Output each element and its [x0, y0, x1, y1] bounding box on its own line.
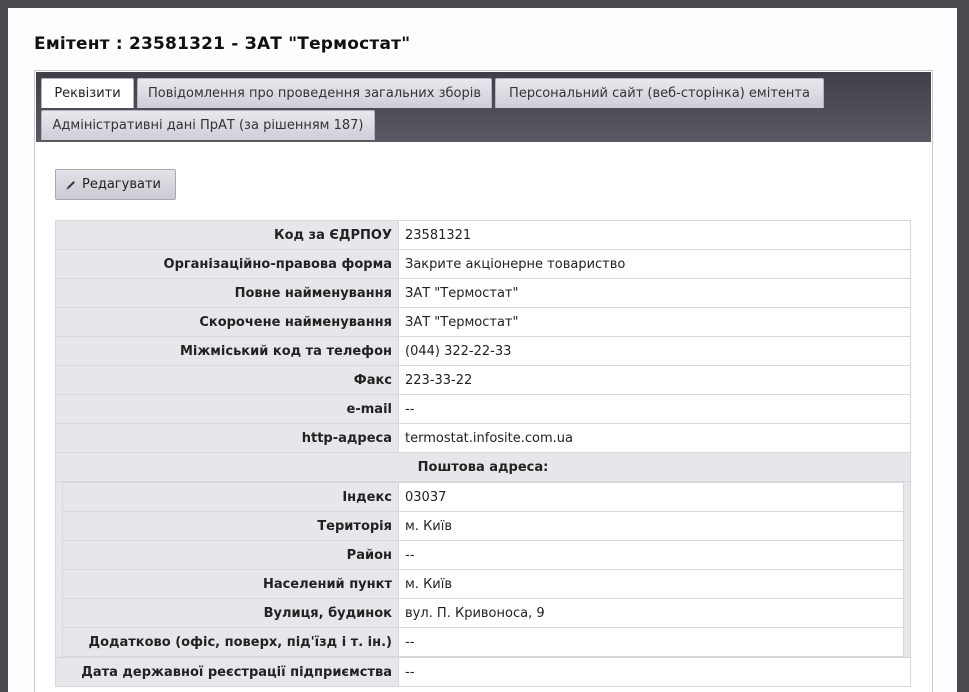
requisites-table: Код за ЄДРПОУ 23581321 Організаційно-пра…	[55, 220, 911, 687]
page-title: Емітент : 23581321 - ЗАТ "Термостат"	[34, 34, 411, 54]
table-row: e-mail --	[55, 394, 911, 424]
field-label: Скорочене найменування	[55, 307, 399, 337]
table-row: Вулиця, будинок вул. П. Кривоноса, 9	[62, 598, 904, 628]
field-label: Факс	[55, 365, 399, 395]
table-row: http-адреса termostat.infosite.com.ua	[55, 423, 911, 453]
edit-button-label: Редагувати	[82, 177, 161, 192]
table-row: Район --	[62, 540, 904, 570]
postal-address-block: Індекс 03037 Територія м. Київ Район --	[55, 481, 911, 658]
table-row: Скорочене найменування ЗАТ "Термостат"	[55, 307, 911, 337]
field-value: termostat.infosite.com.ua	[398, 423, 911, 453]
postal-heading-row: Поштова адреса:	[55, 452, 911, 482]
table-row: Міжміський код та телефон (044) 322-22-3…	[55, 336, 911, 366]
table-row: Повне найменування ЗАТ "Термостат"	[55, 278, 911, 308]
field-label: Населений пункт	[62, 569, 399, 599]
field-label: Організаційно-правова форма	[55, 249, 399, 279]
field-label: e-mail	[55, 394, 399, 424]
table-row: Територія м. Київ	[62, 511, 904, 541]
postal-address-table: Індекс 03037 Територія м. Київ Район --	[62, 482, 904, 657]
table-row: Населений пункт м. Київ	[62, 569, 904, 599]
field-label: Індекс	[62, 482, 399, 512]
field-value: 23581321	[398, 220, 911, 250]
field-value: (044) 322-22-33	[398, 336, 911, 366]
field-value: м. Київ	[398, 569, 904, 599]
field-label: Код за ЄДРПОУ	[55, 220, 399, 250]
field-value: --	[398, 394, 911, 424]
field-label: Вулиця, будинок	[62, 598, 399, 628]
table-row: Код за ЄДРПОУ 23581321	[55, 220, 911, 250]
pencil-icon	[66, 181, 75, 190]
field-value: 03037	[398, 482, 904, 512]
tab-panel: Реквізити Повідомлення про проведення за…	[34, 70, 933, 692]
field-label: Район	[62, 540, 399, 570]
field-value: --	[398, 540, 904, 570]
field-value: --	[398, 657, 911, 687]
field-value: вул. П. Кривоноса, 9	[398, 598, 904, 628]
field-label: Додатково (офіс, поверх, під'їзд і т. ін…	[62, 627, 399, 657]
field-value: 223-33-22	[398, 365, 911, 395]
field-label: Дата державної реєстрації підприємства	[55, 657, 399, 687]
field-value: Закрите акціонерне товариство	[398, 249, 911, 279]
tab-requisites[interactable]: Реквізити	[41, 78, 134, 108]
table-row: Додатково (офіс, поверх, під'їзд і т. ін…	[62, 627, 904, 657]
edit-button[interactable]: Редагувати	[55, 169, 176, 200]
field-label: Міжміський код та телефон	[55, 336, 399, 366]
postal-heading: Поштова адреса:	[55, 452, 911, 482]
tab-admin-data[interactable]: Адміністративні дані ПрАТ (за рішенням 1…	[41, 110, 375, 140]
table-row: Організаційно-правова форма Закрите акці…	[55, 249, 911, 279]
tab-bar: Реквізити Повідомлення про проведення за…	[36, 72, 931, 142]
field-label: Територія	[62, 511, 399, 541]
field-value: ЗАТ "Термостат"	[398, 307, 911, 337]
field-label: http-адреса	[55, 423, 399, 453]
field-label: Повне найменування	[55, 278, 399, 308]
field-value: м. Київ	[398, 511, 904, 541]
tab-meeting-notices[interactable]: Повідомлення про проведення загальних зб…	[137, 78, 492, 108]
postal-address-row: Індекс 03037 Територія м. Київ Район --	[55, 481, 911, 658]
table-row: Факс 223-33-22	[55, 365, 911, 395]
field-value: ЗАТ "Термостат"	[398, 278, 911, 308]
table-row: Дата державної реєстрації підприємства -…	[55, 657, 911, 687]
table-row: Індекс 03037	[62, 482, 904, 512]
field-value: --	[398, 627, 904, 657]
tab-personal-site[interactable]: Персональний сайт (веб-сторінка) емітент…	[495, 78, 824, 108]
page-window: Емітент : 23581321 - ЗАТ "Термостат" Рек…	[8, 8, 957, 692]
